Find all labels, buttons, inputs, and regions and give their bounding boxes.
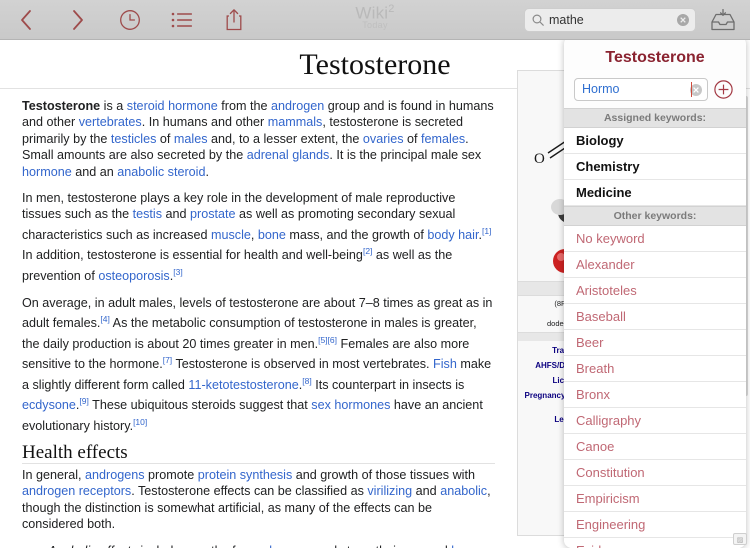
list-item[interactable]: Engineering	[564, 512, 746, 538]
section-heading: Health effects	[22, 442, 495, 464]
list-item[interactable]: Constitution	[564, 460, 746, 486]
contents-button[interactable]	[156, 0, 208, 40]
paragraph-1: Testosterone is a steroid hormone from t…	[22, 99, 494, 179]
list-item[interactable]: No keyword	[564, 226, 746, 252]
search-field[interactable]: mathe	[524, 8, 696, 32]
list-item[interactable]: Empiricism	[564, 486, 746, 512]
inbox-download-icon	[711, 9, 735, 31]
paragraph-3: On average, in adult males, levels of te…	[22, 295, 493, 434]
forward-button[interactable]	[52, 0, 104, 40]
list-icon	[171, 12, 192, 27]
share-button[interactable]	[208, 0, 260, 40]
list-item[interactable]: Medicine	[564, 180, 746, 206]
paragraph-2: In men, testosterone plays a key role in…	[22, 191, 492, 284]
add-keyword-button[interactable]	[708, 80, 738, 99]
list-item[interactable]: Beer	[564, 330, 746, 356]
article-body: Testosterone is a steroid hormone from t…	[0, 89, 513, 548]
clock-icon	[120, 9, 140, 30]
list-item[interactable]: Evidence	[564, 538, 746, 548]
keyword-popover[interactable]: Testosterone Hormo Assigned keywords: Bi…	[564, 36, 746, 548]
other-keywords-header: Other keywords:	[564, 206, 746, 226]
plus-circle-icon	[713, 80, 733, 99]
resize-grip-icon[interactable]: ▨	[733, 533, 747, 545]
list-item[interactable]: Chemistry	[564, 154, 746, 180]
list-item[interactable]: Breath	[564, 356, 746, 382]
toolbar: Wiki2 Today mathe	[0, 0, 750, 40]
section-intro: In general, androgens promote protein sy…	[22, 468, 491, 532]
share-icon	[226, 9, 242, 31]
list-item[interactable]: Baseball	[564, 304, 746, 330]
popover-title: Testosterone	[605, 49, 705, 66]
search-icon	[532, 14, 544, 26]
back-button[interactable]	[0, 0, 52, 40]
effects-list: Anabolic effects include growth of muscl…	[22, 543, 495, 548]
list-item: Anabolic effects include growth of muscl…	[48, 543, 495, 548]
keyword-input-value[interactable]: Hormo	[582, 79, 692, 100]
svg-text:O: O	[534, 151, 545, 167]
app-window: Testosterone Testosterone is a steroid h…	[0, 0, 750, 548]
list-item[interactable]: Biology	[564, 128, 746, 154]
keyword-entry-row: Hormo	[564, 78, 746, 108]
keyword-list[interactable]: Assigned keywords: Biology Chemistry Med…	[564, 108, 746, 548]
list-item[interactable]: Aristoteles	[564, 278, 746, 304]
assigned-keywords-header: Assigned keywords:	[564, 108, 746, 128]
keyword-input[interactable]: Hormo	[574, 78, 708, 101]
list-item[interactable]: Calligraphy	[564, 408, 746, 434]
list-item[interactable]: Alexander	[564, 252, 746, 278]
keywords-tray-button[interactable]	[702, 6, 744, 36]
list-item[interactable]: Canoe	[564, 434, 746, 460]
search-input[interactable]: mathe	[549, 9, 677, 31]
clear-circle-icon[interactable]	[677, 14, 689, 26]
chevron-left-icon	[21, 9, 31, 30]
history-button[interactable]	[104, 0, 156, 40]
chevron-right-icon	[73, 9, 83, 30]
list-item[interactable]: Bronx	[564, 382, 746, 408]
